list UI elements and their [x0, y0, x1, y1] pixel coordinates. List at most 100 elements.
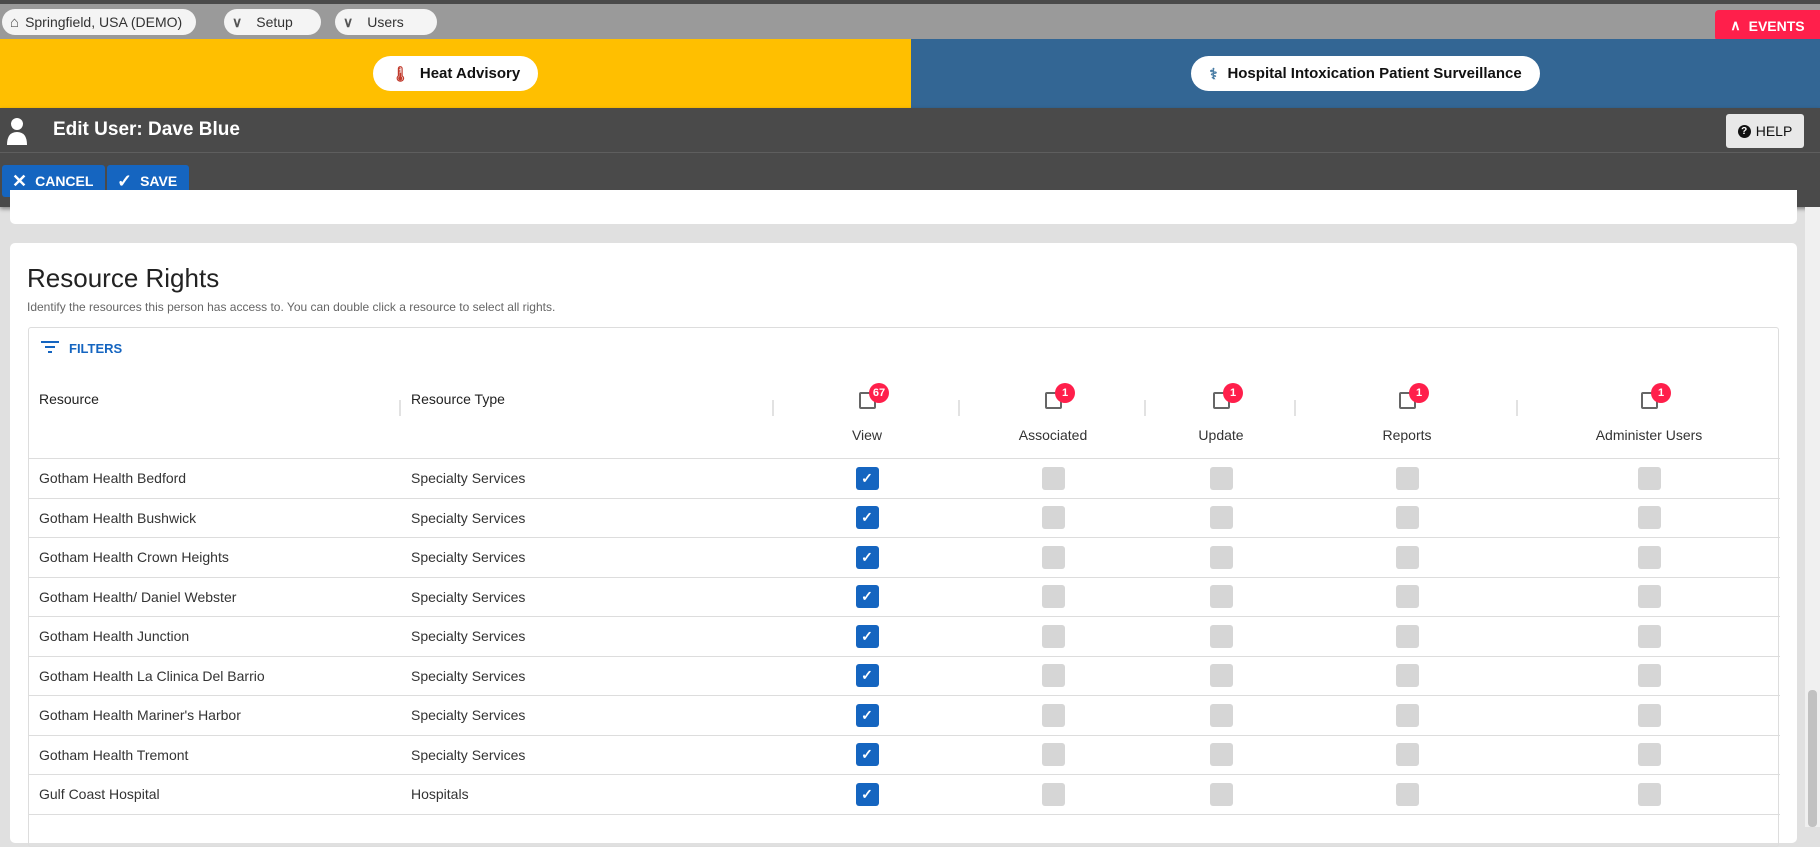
- table-row[interactable]: Gotham Health Junction Specialty Service…: [29, 617, 1780, 657]
- unchecked-checkbox[interactable]: [1395, 466, 1419, 490]
- table-row[interactable]: Gotham Health/ Daniel Webster Specialty …: [29, 578, 1780, 617]
- column-header-view: 67 View: [774, 328, 960, 458]
- unchecked-checkbox[interactable]: [1395, 545, 1419, 569]
- table-row[interactable]: Gotham Health Bushwick Specialty Service…: [29, 499, 1780, 538]
- heat-advisory-pill[interactable]: 🌡 Heat Advisory: [372, 56, 539, 91]
- unchecked-checkbox[interactable]: [1041, 506, 1065, 530]
- breadcrumb-users[interactable]: ∨ Users: [335, 9, 437, 35]
- resource-name: Gotham Health/ Daniel Webster: [39, 588, 237, 605]
- section-title: Resource Rights: [27, 263, 220, 293]
- unchecked-checkbox[interactable]: [1209, 782, 1233, 806]
- unchecked-checkbox[interactable]: [1041, 743, 1065, 767]
- resource-rights-card: Resource Rights Identify the resources t…: [10, 243, 1797, 847]
- table-row[interactable]: Gotham Health Mariner's Harbor Specialty…: [29, 696, 1780, 736]
- right-cell: ✓: [774, 499, 960, 538]
- right-cell: ✓: [774, 696, 960, 735]
- unchecked-checkbox[interactable]: [1209, 506, 1233, 530]
- table-row[interactable]: Gotham Health Crown Heights Specialty Se…: [29, 538, 1780, 578]
- unchecked-checkbox[interactable]: [1209, 743, 1233, 767]
- user-icon: [6, 116, 28, 146]
- unchecked-checkbox[interactable]: [1041, 466, 1065, 490]
- right-cell: [960, 617, 1146, 656]
- unchecked-checkbox[interactable]: [1209, 585, 1233, 609]
- surveillance-pill[interactable]: ⚕ Hospital Intoxication Patient Surveill…: [1191, 56, 1540, 91]
- unchecked-checkbox[interactable]: [1637, 743, 1661, 767]
- unchecked-checkbox[interactable]: [1395, 743, 1419, 767]
- unchecked-checkbox[interactable]: [1637, 466, 1661, 490]
- right-cell: ✓: [774, 578, 960, 617]
- resource-name: Gotham Health Crown Heights: [39, 549, 229, 566]
- unchecked-checkbox[interactable]: [1395, 782, 1419, 806]
- resource-name: Gotham Health Mariner's Harbor: [39, 707, 241, 724]
- right-cell: [1146, 617, 1296, 656]
- column-header-resource[interactable]: Resource: [29, 328, 401, 458]
- right-cell: [960, 657, 1146, 696]
- thermometer-icon: 🌡: [390, 65, 410, 83]
- unchecked-checkbox[interactable]: [1041, 782, 1065, 806]
- count-badge: 1: [1651, 383, 1671, 403]
- scrollbar-thumb[interactable]: [1808, 690, 1817, 827]
- table-row[interactable]: Gotham Health La Clinica Del Barrio Spec…: [29, 657, 1780, 696]
- column-label: Reports: [1382, 427, 1432, 443]
- unchecked-checkbox[interactable]: [1041, 624, 1065, 648]
- checked-checkbox[interactable]: ✓: [855, 703, 879, 727]
- events-button[interactable]: ∧ EVENTS: [1715, 10, 1820, 41]
- right-cell: ✓: [774, 538, 960, 577]
- resource-type: Hospitals: [411, 786, 469, 803]
- column-header-update: 1 Update: [1146, 328, 1296, 458]
- unchecked-checkbox[interactable]: [1209, 545, 1233, 569]
- help-icon: ?: [1737, 124, 1751, 138]
- unchecked-checkbox[interactable]: [1637, 664, 1661, 688]
- close-icon: ✕: [12, 170, 28, 191]
- unchecked-checkbox[interactable]: [1041, 545, 1065, 569]
- section-subtitle: Identify the resources this person has a…: [27, 300, 556, 314]
- unchecked-checkbox[interactable]: [1395, 506, 1419, 530]
- unchecked-checkbox[interactable]: [1209, 466, 1233, 490]
- unchecked-checkbox[interactable]: [1209, 624, 1233, 648]
- right-cell: [1146, 775, 1296, 814]
- unchecked-checkbox[interactable]: [1395, 664, 1419, 688]
- unchecked-checkbox[interactable]: [1041, 585, 1065, 609]
- divider: [0, 152, 1820, 153]
- resource-type: Specialty Services: [411, 667, 526, 684]
- unchecked-checkbox[interactable]: [1395, 585, 1419, 609]
- unchecked-checkbox[interactable]: [1637, 624, 1661, 648]
- help-button[interactable]: ? HELP: [1726, 114, 1804, 148]
- right-cell: ✓: [774, 775, 960, 814]
- unchecked-checkbox[interactable]: [1637, 506, 1661, 530]
- breadcrumb-home[interactable]: ⌂ Springfield, USA (DEMO): [2, 9, 197, 35]
- checked-checkbox[interactable]: ✓: [855, 664, 879, 688]
- checked-checkbox[interactable]: ✓: [855, 743, 879, 767]
- right-cell: [1296, 696, 1518, 735]
- chevron-down-icon: ∨: [232, 13, 243, 30]
- unchecked-checkbox[interactable]: [1041, 664, 1065, 688]
- unchecked-checkbox[interactable]: [1637, 782, 1661, 806]
- unchecked-checkbox[interactable]: [1041, 703, 1065, 727]
- column-label: View: [851, 427, 883, 443]
- table-row[interactable]: Gulf Coast Hospital Hospitals ✓: [29, 775, 1780, 815]
- unchecked-checkbox[interactable]: [1209, 664, 1233, 688]
- checked-checkbox[interactable]: ✓: [855, 624, 879, 648]
- unchecked-checkbox[interactable]: [1209, 703, 1233, 727]
- right-cell: [1518, 775, 1780, 814]
- resource-name: Gotham Health La Clinica Del Barrio: [39, 667, 265, 684]
- unchecked-checkbox[interactable]: [1395, 703, 1419, 727]
- unchecked-checkbox[interactable]: [1637, 545, 1661, 569]
- breadcrumb-setup[interactable]: ∨ Setup: [224, 9, 321, 35]
- right-cell: [960, 736, 1146, 775]
- column-header-resource-type[interactable]: Resource Type: [401, 328, 774, 458]
- count-badge: 1: [1409, 383, 1429, 403]
- unchecked-checkbox[interactable]: [1395, 624, 1419, 648]
- unchecked-checkbox[interactable]: [1637, 703, 1661, 727]
- checked-checkbox[interactable]: ✓: [855, 782, 879, 806]
- checked-checkbox[interactable]: ✓: [855, 545, 879, 569]
- checked-checkbox[interactable]: ✓: [855, 506, 879, 530]
- checked-checkbox[interactable]: ✓: [855, 466, 879, 490]
- checked-checkbox[interactable]: ✓: [855, 585, 879, 609]
- unchecked-checkbox[interactable]: [1637, 585, 1661, 609]
- table-row[interactable]: Gotham Health Bedford Specialty Services…: [29, 459, 1780, 499]
- table-row[interactable]: Gotham Health Tremont Specialty Services…: [29, 736, 1780, 775]
- right-cell: [1146, 499, 1296, 538]
- right-cell: [1518, 617, 1780, 656]
- column-header-associated: 1 Associated: [960, 328, 1146, 458]
